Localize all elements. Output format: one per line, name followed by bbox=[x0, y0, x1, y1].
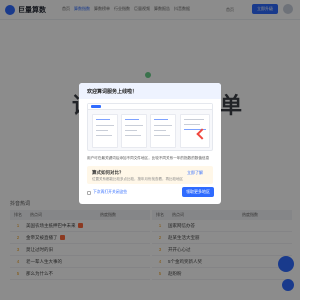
dont-show-label[interactable]: 下次再打开关闭这些 bbox=[93, 190, 127, 195]
preview-card bbox=[150, 114, 176, 148]
confirm-button[interactable]: 领取更多地区 bbox=[182, 187, 214, 197]
dont-show-checkbox[interactable] bbox=[87, 190, 91, 195]
preview-card bbox=[121, 114, 147, 148]
learn-more-link[interactable]: 立即了解 bbox=[187, 170, 203, 176]
preview-logo-icon bbox=[91, 105, 101, 108]
preview-topbar bbox=[88, 104, 212, 110]
preview-card bbox=[92, 114, 118, 148]
tip-text: 位置关系都能比较多点比较，按年月份找查看，再比较地区 bbox=[92, 177, 183, 181]
tip-box: 算式如何对比？ 立即了解 位置关系都能比较多点比较，按年月份找查看，再比较地区 bbox=[87, 166, 213, 184]
modal-title: 欢迎算词服务上线啦！ bbox=[87, 89, 138, 95]
tip-title: 算式如何对比？ bbox=[92, 170, 124, 175]
dont-show-again[interactable]: 下次再打开关闭这些 bbox=[87, 190, 127, 195]
modal-description: 用户可在最关键词后添加不同文件地区，比较不同关系一年的指数的数值信息 bbox=[87, 156, 210, 160]
feature-announcement-modal: 欢迎算词服务上线啦！ 用户可在最关键词后添加不同文件地区，比较不同关系一年的指数… bbox=[79, 83, 221, 204]
modal-header: 欢迎算词服务上线啦！ bbox=[79, 83, 221, 99]
feature-preview-image bbox=[87, 103, 213, 151]
